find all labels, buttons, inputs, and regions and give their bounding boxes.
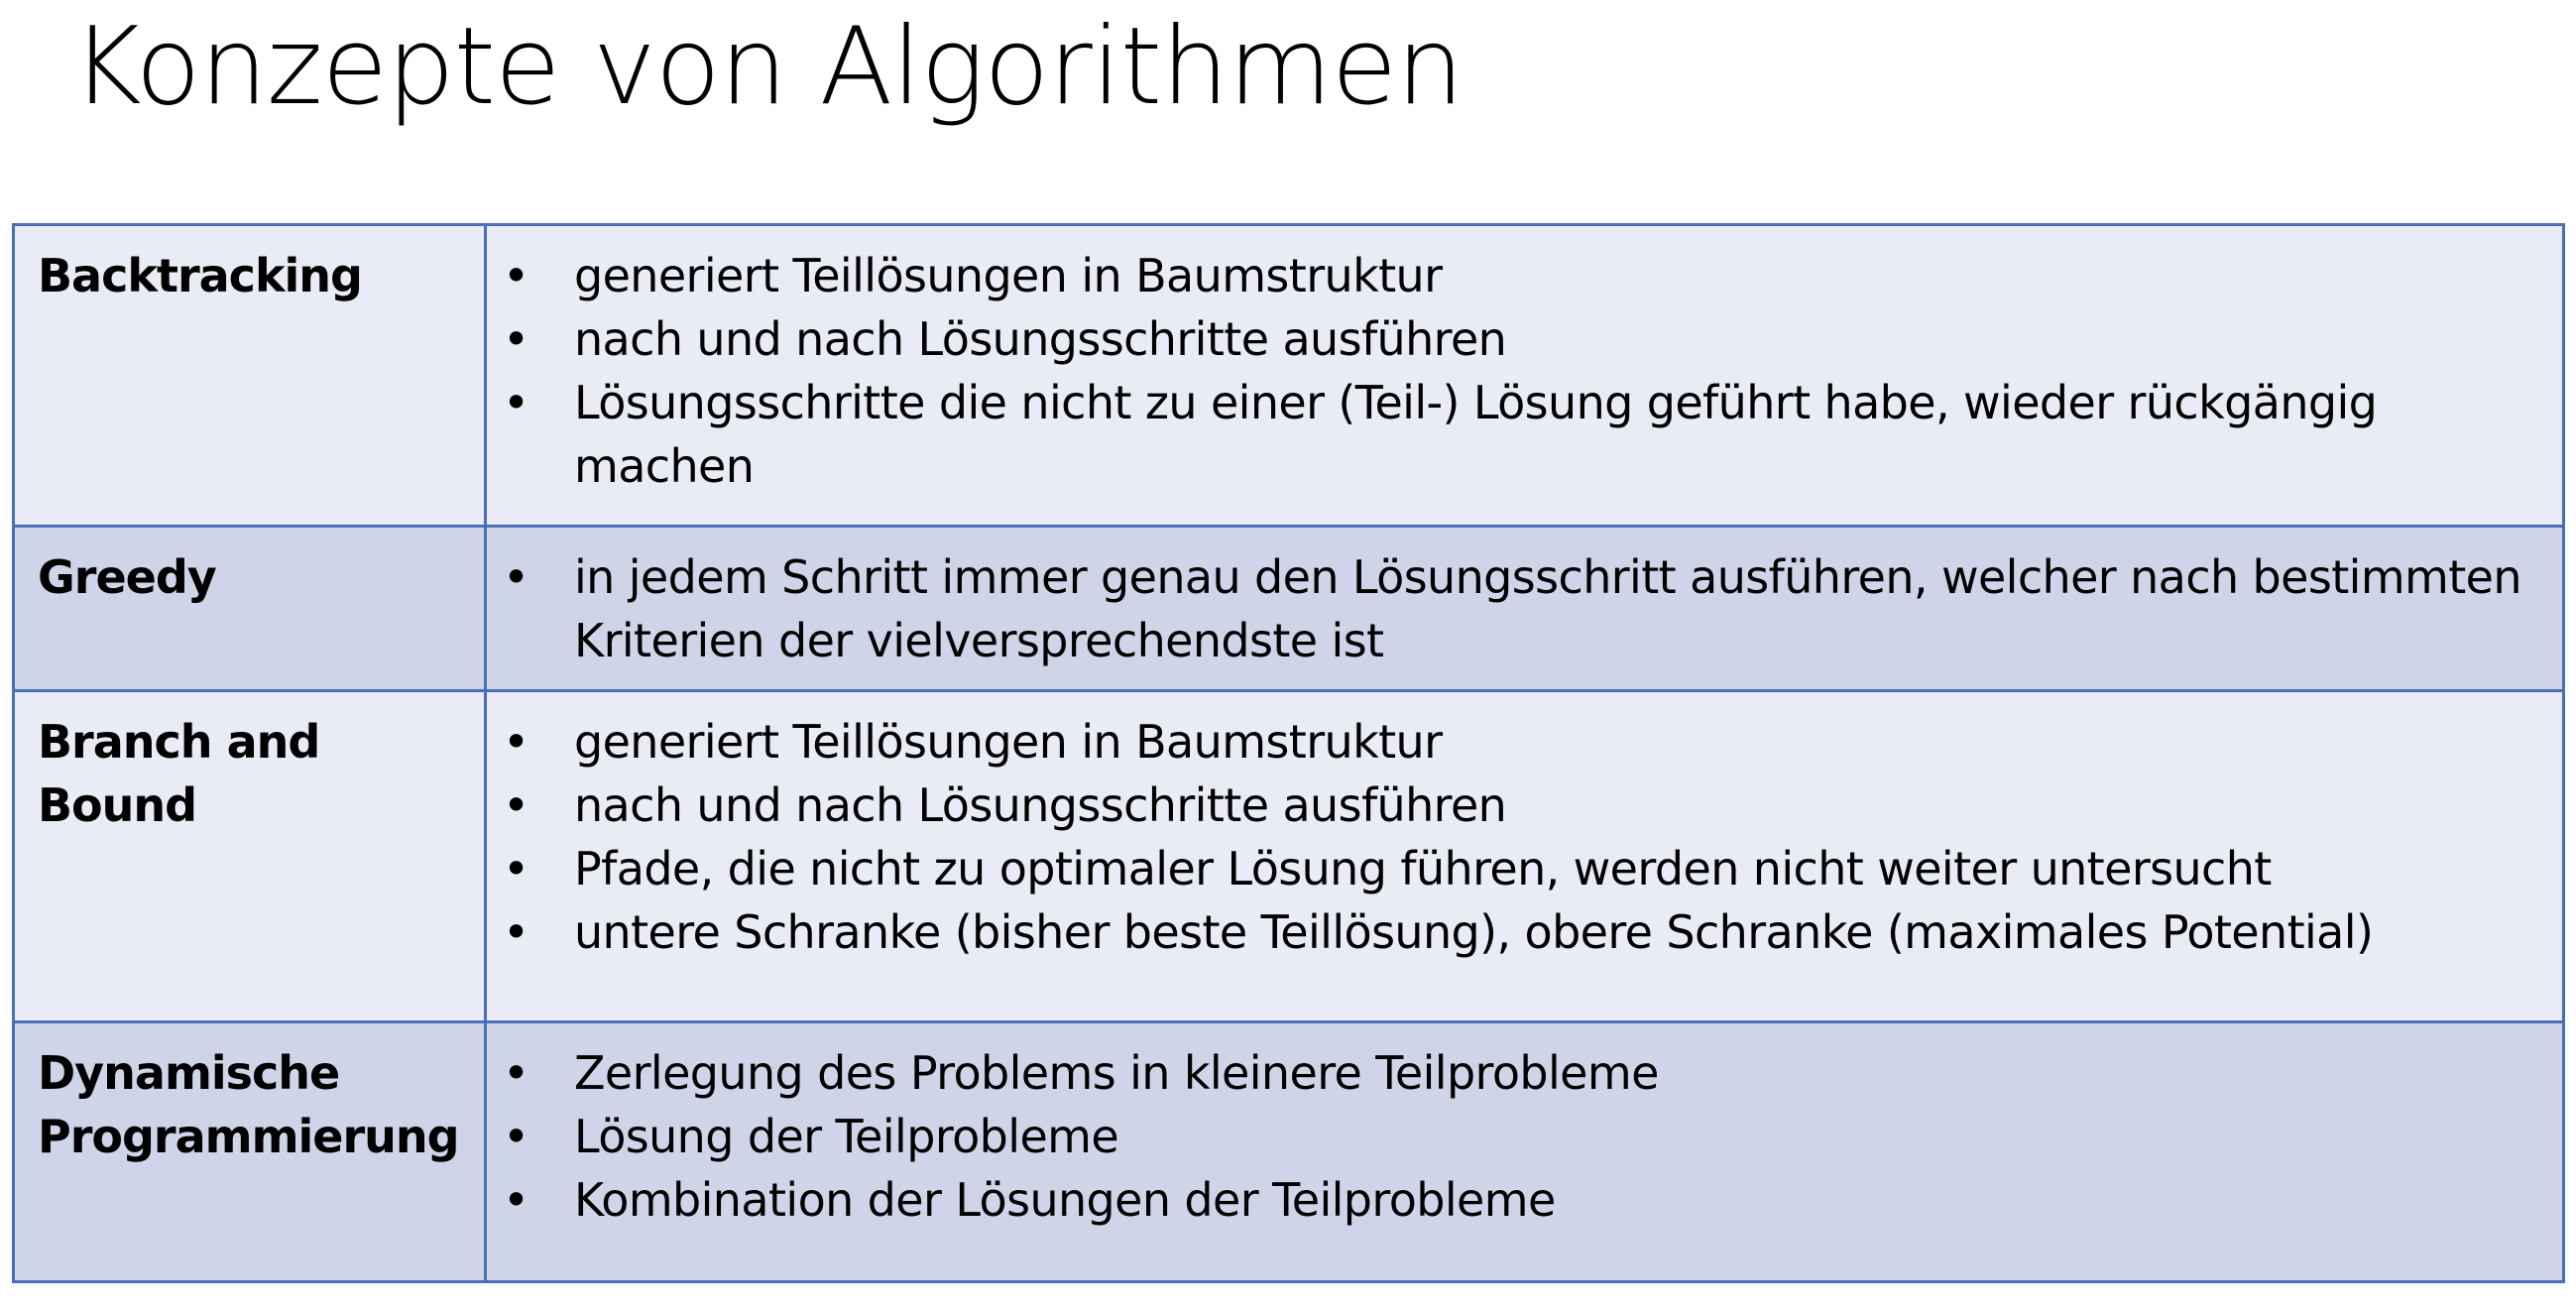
bullet-icon: • [503,249,529,302]
bullet-icon: • [503,376,529,429]
bullet-text: nach und nach Lösungsschritte ausführen [574,312,1507,366]
concept-name-dynamische-programmierung: Dynamische Programmierung [15,1023,484,1168]
concept-name-greedy: Greedy [38,550,217,604]
bullet-list: • in jedem Schritt immer genau den Lösung… [487,528,2562,672]
bullet-icon: • [503,550,529,604]
bullet-text: Lösungsschritte die nicht zu einer (Teil… [574,376,2378,493]
bullet-list: • generiert Teillösungen in Baumstruktur … [487,226,2562,498]
bullet-item: • Zerlegung des Problems in kleinere Teil… [487,1041,2542,1105]
concept-row-dynamische-programmierung: Dynamische Programmierung • Zerlegung des… [12,1020,2565,1283]
concept-row-greedy: Greedy • in jedem Schritt immer genau den… [12,525,2565,692]
bullet-icon: • [503,1173,529,1227]
bullet-text: Pfade, die nicht zu optimaler Lösung füh… [574,842,2272,895]
concept-name-cell: Dynamische Programmierung [12,1020,487,1283]
bullet-icon: • [503,312,529,366]
concept-description-cell: • Zerlegung des Problems in kleinere Teil… [484,1020,2565,1283]
bullet-item: • Kombination der Lösungen der Teilproble… [487,1168,2542,1232]
bullet-list: • generiert Teillösungen in Baumstruktur … [487,692,2562,964]
bullet-icon: • [503,842,529,895]
concept-name-line: Programmierung [38,1110,460,1163]
concept-description-cell: • generiert Teillösungen in Baumstruktur … [484,223,2565,528]
bullet-text: Lösung der Teilprobleme [574,1110,1119,1163]
concept-name-line: Dynamische [38,1046,340,1100]
bullet-item: • Lösung der Teilprobleme [487,1105,2542,1168]
concept-name-branch-and-bound: Branch and Bound [38,715,320,832]
slide-title: Konzepte von Algorithmen [71,5,1464,129]
concept-description-cell: • generiert Teillösungen in Baumstruktur … [484,689,2565,1023]
bullet-icon: • [503,1110,529,1163]
concept-name-backtracking: Backtracking [38,249,363,302]
concept-name-cell: Backtracking [12,223,487,528]
concept-table: Backtracking • generiert Teillösungen in … [12,223,2565,1283]
bullet-icon: • [503,778,529,832]
bullet-icon: • [503,905,529,959]
bullet-icon: • [503,1046,529,1100]
concept-description-cell: • in jedem Schritt immer genau den Lösung… [484,525,2565,692]
concept-name-cell: Branch and Bound [12,689,487,1023]
bullet-text: generiert Teillösungen in Baumstruktur [574,249,1443,302]
bullet-item: • generiert Teillösungen in Baumstruktur [487,244,2542,307]
bullet-text: in jedem Schritt immer genau den Lösungs… [574,550,2522,667]
concept-row-backtracking: Backtracking • generiert Teillösungen in … [12,223,2565,528]
concept-row-branch-and-bound: Branch and Bound • generiert Teillösungen… [12,689,2565,1023]
bullet-text: untere Schranke (bisher beste Teillösung… [574,905,2374,959]
bullet-item: • untere Schranke (bisher beste Teillösun… [487,900,2542,964]
bullet-item: • in jedem Schritt immer genau den Lösung… [487,545,2542,672]
bullet-text: nach und nach Lösungsschritte ausführen [574,778,1507,832]
bullet-text: generiert Teillösungen in Baumstruktur [574,715,1443,769]
bullet-item: • Lösungsschritte die nicht zu einer (Tei… [487,371,2542,498]
bullet-text: Zerlegung des Problems in kleinere Teilp… [574,1046,1659,1100]
bullet-item: • Pfade, die nicht zu optimaler Lösung fü… [487,837,2542,900]
bullet-icon: • [503,715,529,769]
bullet-list: • Zerlegung des Problems in kleinere Teil… [487,1023,2562,1232]
concept-name-cell: Greedy [12,525,487,692]
bullet-item: • generiert Teillösungen in Baumstruktur [487,710,2542,774]
bullet-text: Kombination der Lösungen der Teilproblem… [574,1173,1556,1227]
bullet-item: • nach und nach Lösungsschritte ausführen [487,774,2542,837]
bullet-item: • nach und nach Lösungsschritte ausführen [487,307,2542,371]
